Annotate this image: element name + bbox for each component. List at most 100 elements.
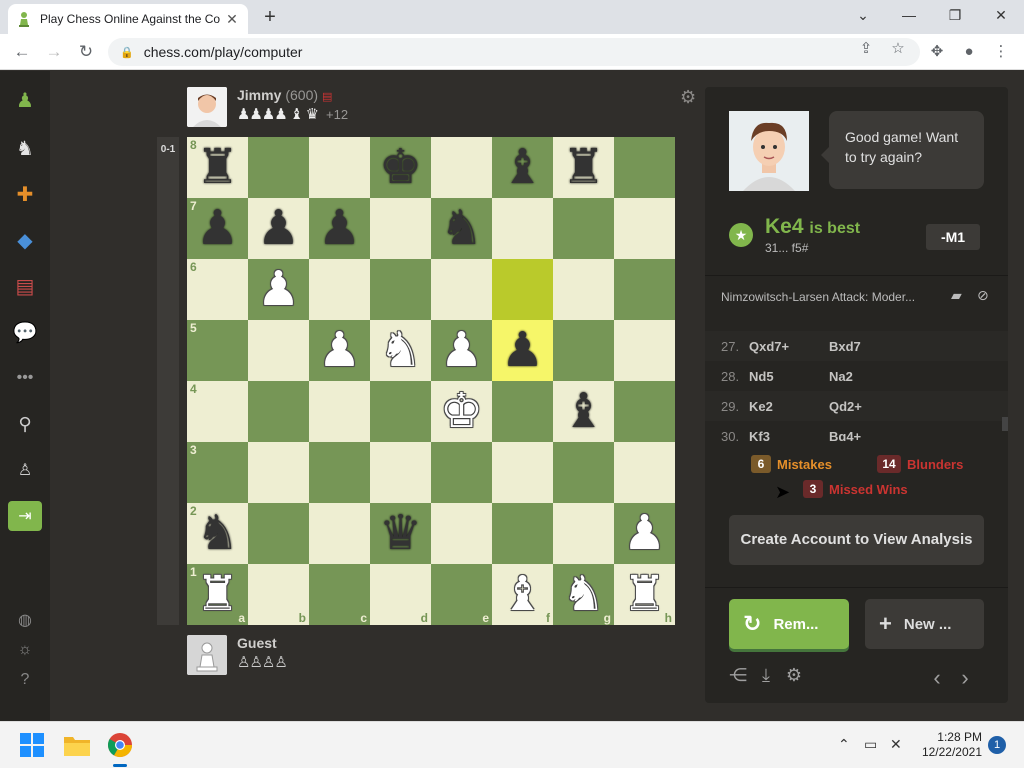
square-a1[interactable]: 1 a ♜ <box>187 564 248 625</box>
square-e4[interactable]: ♚ <box>431 381 492 442</box>
square-b7[interactable]: ♟ <box>248 198 309 259</box>
square-a2[interactable]: 2 ♞ <box>187 503 248 564</box>
square-c2[interactable] <box>309 503 370 564</box>
browser-tab[interactable]: Play Chess Online Against the Co ✕ <box>8 4 248 34</box>
square-h5[interactable] <box>614 320 675 381</box>
square-d8[interactable]: ♚ <box>370 137 431 198</box>
square-f3[interactable] <box>492 442 553 503</box>
square-d7[interactable] <box>370 198 431 259</box>
volume-muted-icon[interactable]: ✕ <box>890 736 902 753</box>
square-h3[interactable] <box>614 442 675 503</box>
guest-name[interactable]: Guest <box>237 635 287 651</box>
square-c3[interactable] <box>309 442 370 503</box>
square-g2[interactable] <box>553 503 614 564</box>
black-knight-piece[interactable]: ♞ <box>196 509 239 558</box>
opponent-avatar[interactable] <box>187 87 227 127</box>
square-f4[interactable] <box>492 381 553 442</box>
square-e2[interactable] <box>431 503 492 564</box>
square-b3[interactable] <box>248 442 309 503</box>
missed-wins-stat[interactable]: 3 Missed Wins <box>803 480 908 498</box>
white-pawn-piece[interactable]: ♟ <box>440 326 483 375</box>
square-a4[interactable]: 4 <box>187 381 248 442</box>
minimize-button[interactable]: — <box>886 0 932 30</box>
white-pawn-piece[interactable]: ♟ <box>257 265 300 314</box>
square-g8[interactable]: ♜ <box>553 137 614 198</box>
opponent-name[interactable]: Jimmy <box>237 87 281 103</box>
create-account-analysis-button[interactable]: Create Account to View Analysis <box>729 515 984 565</box>
square-d3[interactable] <box>370 442 431 503</box>
white-move[interactable]: Qxd7+ <box>749 339 829 354</box>
back-button[interactable]: ← <box>10 40 34 64</box>
square-e7[interactable]: ♞ <box>431 198 492 259</box>
square-d5[interactable]: ♞ <box>370 320 431 381</box>
square-e1[interactable]: e <box>431 564 492 625</box>
square-a7[interactable]: 7 ♟ <box>187 198 248 259</box>
square-c1[interactable]: c <box>309 564 370 625</box>
guest-avatar[interactable] <box>187 635 227 675</box>
square-b6[interactable]: ♟ <box>248 259 309 320</box>
black-pawn-piece[interactable]: ♟ <box>501 326 544 375</box>
help-icon[interactable]: ? <box>8 665 42 695</box>
settings-gear-icon[interactable]: ⚙ <box>783 665 805 686</box>
more-icon[interactable]: ••• <box>8 363 42 393</box>
black-rook-piece[interactable]: ♜ <box>562 143 605 192</box>
black-move[interactable]: Na2 <box>829 369 909 384</box>
square-g1[interactable]: g ♞ <box>553 564 614 625</box>
white-knight-piece[interactable]: ♞ <box>379 326 422 375</box>
share-icon[interactable]: ⋲ <box>727 665 749 686</box>
square-c6[interactable] <box>309 259 370 320</box>
square-h2[interactable]: ♟ <box>614 503 675 564</box>
square-f8[interactable]: ♝ <box>492 137 553 198</box>
square-c4[interactable] <box>309 381 370 442</box>
square-d4[interactable] <box>370 381 431 442</box>
white-move[interactable]: Nd5 <box>749 369 829 384</box>
black-pawn-piece[interactable]: ♟ <box>257 204 300 253</box>
play-icon[interactable]: ♞ <box>8 133 42 163</box>
brightness-icon[interactable]: ☼ <box>8 635 42 665</box>
square-g4[interactable]: ♝ <box>553 381 614 442</box>
book-icon[interactable]: ▰ <box>951 287 962 304</box>
white-king-piece[interactable]: ♚ <box>440 387 483 436</box>
white-pawn-piece[interactable]: ♟ <box>623 509 666 558</box>
square-a6[interactable]: 6 <box>187 259 248 320</box>
square-a5[interactable]: 5 <box>187 320 248 381</box>
menu-kebab-icon[interactable]: ⋮ <box>990 41 1012 63</box>
white-rook-piece[interactable]: ♜ <box>196 570 239 619</box>
new-game-button[interactable]: + New ... <box>865 599 984 649</box>
square-d1[interactable]: d <box>370 564 431 625</box>
white-bishop-piece[interactable]: ♝ <box>501 570 544 619</box>
black-rook-piece[interactable]: ♜ <box>196 143 239 192</box>
white-move[interactable]: Kf3 <box>749 429 829 442</box>
file-explorer-icon[interactable] <box>63 732 91 760</box>
download-icon[interactable]: ⤓ <box>755 665 777 686</box>
square-c7[interactable]: ♟ <box>309 198 370 259</box>
square-f2[interactable] <box>492 503 553 564</box>
black-pawn-piece[interactable]: ♟ <box>318 204 361 253</box>
chrome-icon[interactable] <box>107 732 135 767</box>
reload-button[interactable]: ↻ <box>74 40 98 64</box>
black-move[interactable]: Bg4+ <box>829 429 909 442</box>
black-move[interactable]: Bxd7 <box>829 339 909 354</box>
board-settings-gear-icon[interactable]: ⚙ <box>680 87 696 108</box>
black-queen-piece[interactable]: ♛ <box>379 509 422 558</box>
profile-icon[interactable]: ● <box>958 41 980 63</box>
square-c8[interactable] <box>309 137 370 198</box>
next-move-chevron-icon[interactable]: › <box>954 665 976 691</box>
black-knight-piece[interactable]: ♞ <box>440 204 483 253</box>
blunders-stat[interactable]: 14 Blunders <box>877 455 963 473</box>
square-f6[interactable] <box>492 259 553 320</box>
bookmark-star-icon[interactable]: ☆ <box>888 39 908 57</box>
square-g7[interactable] <box>553 198 614 259</box>
square-c5[interactable]: ♟ <box>309 320 370 381</box>
square-d2[interactable]: ♛ <box>370 503 431 564</box>
square-b1[interactable]: b <box>248 564 309 625</box>
square-f7[interactable] <box>492 198 553 259</box>
previous-move-chevron-icon[interactable]: ‹ <box>926 665 948 691</box>
login-icon[interactable]: ⇥ <box>8 501 42 531</box>
move-list-scrollbar[interactable] <box>1002 417 1008 431</box>
windows-start-icon[interactable] <box>19 732 47 760</box>
square-a8[interactable]: 8 ♜ <box>187 137 248 198</box>
pawn-logo-icon[interactable]: ♟ <box>8 85 42 115</box>
square-b5[interactable] <box>248 320 309 381</box>
search-icon[interactable]: ⚲ <box>8 409 42 439</box>
